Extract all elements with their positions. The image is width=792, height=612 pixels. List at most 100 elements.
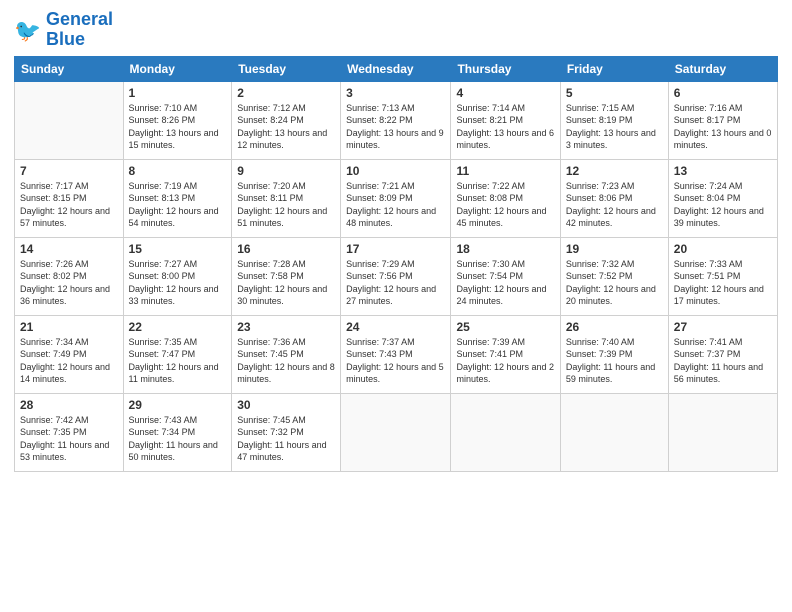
logo: 🐦 General Blue — [14, 10, 113, 50]
day-number: 4 — [456, 86, 554, 100]
calendar-cell — [668, 393, 777, 471]
page: 🐦 General Blue SundayMondayTuesdayWednes… — [0, 0, 792, 612]
day-number: 9 — [237, 164, 335, 178]
weekday-header: Wednesday — [341, 56, 451, 81]
day-info: Sunrise: 7:10 AMSunset: 8:26 PMDaylight:… — [129, 102, 227, 152]
calendar-cell: 9Sunrise: 7:20 AMSunset: 8:11 PMDaylight… — [232, 159, 341, 237]
day-info: Sunrise: 7:32 AMSunset: 7:52 PMDaylight:… — [566, 258, 663, 308]
calendar-cell: 15 Sunrise: 7:27 AMSunset: 8:00 PMDayligh… — [123, 237, 232, 315]
day-number: 26 — [566, 320, 663, 334]
day-info: Sunrise: 7:23 AMSunset: 8:06 PMDaylight:… — [566, 180, 663, 230]
weekday-header: Sunday — [15, 56, 124, 81]
day-info: Sunrise: 7:15 AMSunset: 8:19 PMDaylight:… — [566, 102, 663, 152]
day-info: Sunrise: 7:36 AMSunset: 7:45 PMDaylight:… — [237, 336, 335, 386]
day-number: 14 — [20, 242, 118, 256]
calendar-cell — [560, 393, 668, 471]
logo-general: General — [46, 9, 113, 29]
day-info: Sunrise: 7:14 AMSunset: 8:21 PMDaylight:… — [456, 102, 554, 152]
calendar-cell — [341, 393, 451, 471]
day-info: Sunrise: 7:16 AMSunset: 8:17 PMDaylight:… — [674, 102, 772, 152]
day-number: 20 — [674, 242, 772, 256]
day-info: Sunrise: 7:45 AMSunset: 7:32 PMDaylight:… — [237, 414, 335, 464]
calendar-cell: 3 Sunrise: 7:13 AMSunset: 8:22 PMDaylight… — [341, 81, 451, 159]
weekday-header-row: SundayMondayTuesdayWednesdayThursdayFrid… — [15, 56, 778, 81]
calendar-week-row: 14 Sunrise: 7:26 AMSunset: 8:02 PMDayligh… — [15, 237, 778, 315]
day-info: Sunrise: 7:30 AMSunset: 7:54 PMDaylight:… — [456, 258, 554, 308]
day-number: 25 — [456, 320, 554, 334]
day-number: 21 — [20, 320, 118, 334]
day-number: 27 — [674, 320, 772, 334]
calendar-cell: 30 Sunrise: 7:45 AMSunset: 7:32 PMDayligh… — [232, 393, 341, 471]
calendar-cell: 5 Sunrise: 7:15 AMSunset: 8:19 PMDaylight… — [560, 81, 668, 159]
calendar-cell: 22 Sunrise: 7:35 AMSunset: 7:47 PMDayligh… — [123, 315, 232, 393]
day-number: 10 — [346, 164, 445, 178]
weekday-header: Saturday — [668, 56, 777, 81]
weekday-header: Friday — [560, 56, 668, 81]
day-info: Sunrise: 7:42 AMSunset: 7:35 PMDaylight:… — [20, 414, 118, 464]
calendar-cell: 19Sunrise: 7:32 AMSunset: 7:52 PMDayligh… — [560, 237, 668, 315]
calendar-cell: 17 Sunrise: 7:29 AMSunset: 7:56 PMDayligh… — [341, 237, 451, 315]
day-number: 6 — [674, 86, 772, 100]
logo-icon: 🐦 — [14, 16, 42, 44]
calendar-cell: 27 Sunrise: 7:41 AMSunset: 7:37 PMDayligh… — [668, 315, 777, 393]
calendar-cell: 24 Sunrise: 7:37 AMSunset: 7:43 PMDayligh… — [341, 315, 451, 393]
calendar-cell: 1 Sunrise: 7:10 AMSunset: 8:26 PMDaylight… — [123, 81, 232, 159]
calendar-cell: 2 Sunrise: 7:12 AMSunset: 8:24 PMDaylight… — [232, 81, 341, 159]
day-number: 29 — [129, 398, 227, 412]
logo-text: General Blue — [46, 10, 113, 50]
day-number: 7 — [20, 164, 118, 178]
day-number: 23 — [237, 320, 335, 334]
day-info: Sunrise: 7:24 AMSunset: 8:04 PMDaylight:… — [674, 180, 772, 230]
day-number: 1 — [129, 86, 227, 100]
day-info: Sunrise: 7:12 AMSunset: 8:24 PMDaylight:… — [237, 102, 335, 152]
calendar: SundayMondayTuesdayWednesdayThursdayFrid… — [14, 56, 778, 472]
day-info: Sunrise: 7:37 AMSunset: 7:43 PMDaylight:… — [346, 336, 445, 386]
calendar-cell: 16 Sunrise: 7:28 AMSunset: 7:58 PMDayligh… — [232, 237, 341, 315]
day-info: Sunrise: 7:17 AMSunset: 8:15 PMDaylight:… — [20, 180, 118, 230]
day-number: 11 — [456, 164, 554, 178]
calendar-cell — [451, 393, 560, 471]
day-info: Sunrise: 7:43 AMSunset: 7:34 PMDaylight:… — [129, 414, 227, 464]
day-info: Sunrise: 7:35 AMSunset: 7:47 PMDaylight:… — [129, 336, 227, 386]
calendar-cell: 29 Sunrise: 7:43 AMSunset: 7:34 PMDayligh… — [123, 393, 232, 471]
day-info: Sunrise: 7:34 AMSunset: 7:49 PMDaylight:… — [20, 336, 118, 386]
calendar-week-row: 28 Sunrise: 7:42 AMSunset: 7:35 PMDayligh… — [15, 393, 778, 471]
calendar-week-row: 7 Sunrise: 7:17 AMSunset: 8:15 PMDaylight… — [15, 159, 778, 237]
day-number: 28 — [20, 398, 118, 412]
calendar-cell: 7 Sunrise: 7:17 AMSunset: 8:15 PMDaylight… — [15, 159, 124, 237]
day-number: 17 — [346, 242, 445, 256]
day-info: Sunrise: 7:13 AMSunset: 8:22 PMDaylight:… — [346, 102, 445, 152]
day-number: 24 — [346, 320, 445, 334]
calendar-cell: 28 Sunrise: 7:42 AMSunset: 7:35 PMDayligh… — [15, 393, 124, 471]
calendar-week-row: 21 Sunrise: 7:34 AMSunset: 7:49 PMDayligh… — [15, 315, 778, 393]
day-number: 2 — [237, 86, 335, 100]
day-info: Sunrise: 7:33 AMSunset: 7:51 PMDaylight:… — [674, 258, 772, 308]
day-number: 8 — [129, 164, 227, 178]
day-number: 12 — [566, 164, 663, 178]
logo-blue: Blue — [46, 30, 113, 50]
day-info: Sunrise: 7:27 AMSunset: 8:00 PMDaylight:… — [129, 258, 227, 308]
calendar-cell: 8Sunrise: 7:19 AMSunset: 8:13 PMDaylight… — [123, 159, 232, 237]
day-info: Sunrise: 7:28 AMSunset: 7:58 PMDaylight:… — [237, 258, 335, 308]
calendar-cell: 4 Sunrise: 7:14 AMSunset: 8:21 PMDaylight… — [451, 81, 560, 159]
header: 🐦 General Blue — [14, 10, 778, 50]
calendar-cell: 6 Sunrise: 7:16 AMSunset: 8:17 PMDaylight… — [668, 81, 777, 159]
day-number: 30 — [237, 398, 335, 412]
day-number: 3 — [346, 86, 445, 100]
day-info: Sunrise: 7:29 AMSunset: 7:56 PMDaylight:… — [346, 258, 445, 308]
day-number: 18 — [456, 242, 554, 256]
calendar-cell: 13Sunrise: 7:24 AMSunset: 8:04 PMDayligh… — [668, 159, 777, 237]
day-number: 16 — [237, 242, 335, 256]
day-number: 22 — [129, 320, 227, 334]
day-info: Sunrise: 7:21 AMSunset: 8:09 PMDaylight:… — [346, 180, 445, 230]
day-info: Sunrise: 7:26 AMSunset: 8:02 PMDaylight:… — [20, 258, 118, 308]
day-number: 5 — [566, 86, 663, 100]
calendar-cell: 11Sunrise: 7:22 AMSunset: 8:08 PMDayligh… — [451, 159, 560, 237]
calendar-cell: 12 Sunrise: 7:23 AMSunset: 8:06 PMDayligh… — [560, 159, 668, 237]
day-number: 15 — [129, 242, 227, 256]
calendar-week-row: 1 Sunrise: 7:10 AMSunset: 8:26 PMDaylight… — [15, 81, 778, 159]
weekday-header: Thursday — [451, 56, 560, 81]
day-info: Sunrise: 7:41 AMSunset: 7:37 PMDaylight:… — [674, 336, 772, 386]
calendar-cell: 23 Sunrise: 7:36 AMSunset: 7:45 PMDayligh… — [232, 315, 341, 393]
calendar-cell: 20 Sunrise: 7:33 AMSunset: 7:51 PMDayligh… — [668, 237, 777, 315]
